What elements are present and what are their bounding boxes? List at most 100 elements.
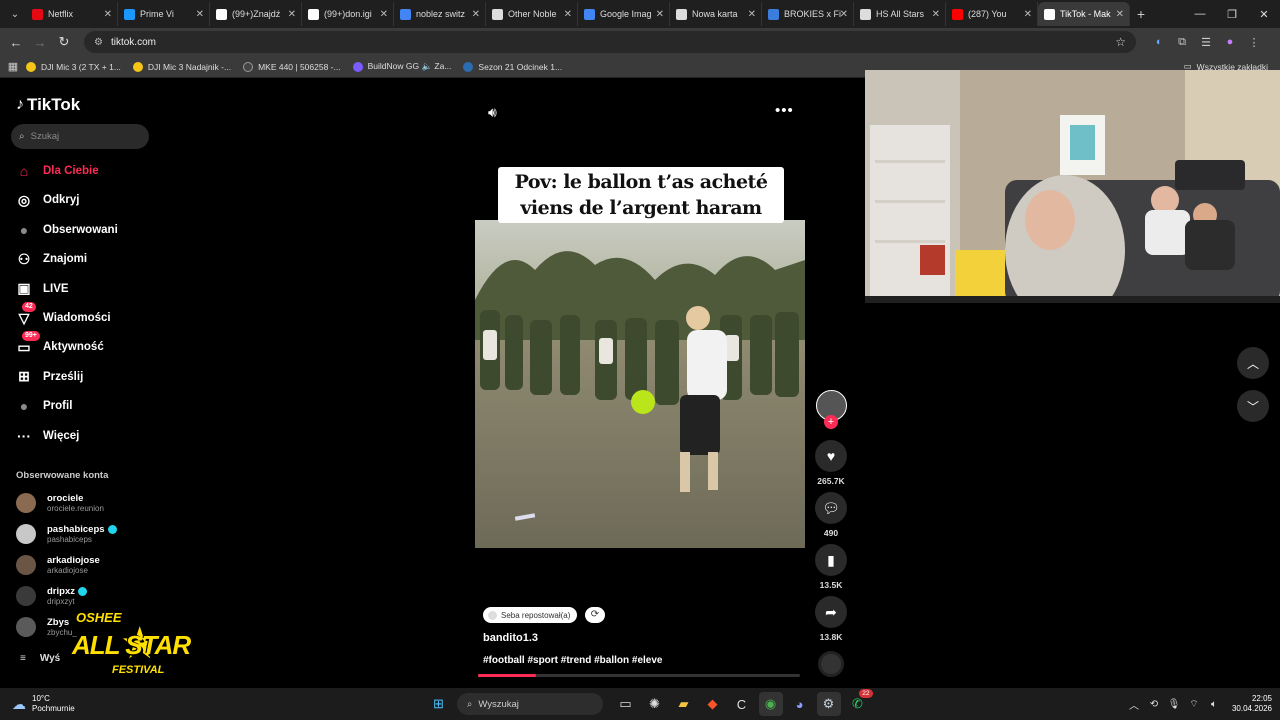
followed-account[interactable]: orociele orociele.reunion xyxy=(16,493,104,513)
sidebar-item-dla-ciebie[interactable]: ⌂ Dla Ciebie xyxy=(14,161,99,181)
video-author[interactable]: bandito1.3 xyxy=(483,632,538,644)
brave-icon[interactable]: ◆ xyxy=(701,692,725,716)
tiktok-logo[interactable]: ♪ TikTok xyxy=(16,95,80,115)
extension-icon[interactable]: ◖ xyxy=(1146,36,1170,49)
browser-tab[interactable]: Google Imag ✕ xyxy=(578,2,670,26)
sidebar-item-znajomi[interactable]: ⚇ Znajomi xyxy=(14,249,87,269)
bookmark-star-icon[interactable]: ☆ xyxy=(1115,35,1126,49)
bookmark-item[interactable]: BuildNow GG 🔈 Za... xyxy=(352,61,451,72)
sidebar-item-obserwowani[interactable]: ● Obserwowani xyxy=(14,220,118,240)
task-view-icon[interactable]: ▭ xyxy=(614,692,638,716)
tab-search-icon[interactable]: ⌄ xyxy=(4,3,26,25)
apps-grid-icon[interactable]: ▦ xyxy=(0,60,26,73)
site-info-icon[interactable]: ⚙ xyxy=(94,37,103,48)
discord-icon[interactable]: ◕ xyxy=(788,692,812,716)
video-progress-bar[interactable] xyxy=(478,674,800,677)
menu-icon[interactable]: ⋮ xyxy=(1242,36,1266,49)
profile-avatar-icon[interactable]: ● xyxy=(1218,36,1242,49)
previous-video-button[interactable]: ︿ xyxy=(1237,347,1269,379)
reading-list-icon[interactable]: ☰ xyxy=(1194,36,1218,49)
sidebar-item-aktywno-[interactable]: ▭ 99+ Aktywność xyxy=(14,331,104,357)
sidebar-item-live[interactable]: ▣ LIVE xyxy=(14,279,68,299)
whatsapp-icon[interactable]: ✆ 22 xyxy=(846,689,873,716)
microphone-icon[interactable]: 🎙︎ xyxy=(1164,699,1184,710)
repost-label[interactable]: Seba repostował(a) xyxy=(483,607,578,623)
more-options-icon[interactable]: ••• xyxy=(775,102,794,119)
browser-tab[interactable]: Prime Vi ✕ xyxy=(118,2,210,26)
browser-tab[interactable]: TikTok - Mak ✕ xyxy=(1038,2,1130,26)
url-input[interactable]: ⚙ tiktok.com ☆ xyxy=(84,31,1136,53)
back-icon[interactable]: ← xyxy=(4,35,28,50)
repost-icon[interactable]: ⟳ xyxy=(585,607,605,623)
browser-tab[interactable]: Nowa karta ✕ xyxy=(670,2,762,26)
sidebar-item-wi-cej[interactable]: ··· Więcej xyxy=(14,426,79,446)
browser-tab[interactable]: (287) You ✕ xyxy=(946,2,1038,26)
sidebar-item-profil[interactable]: ● Profil xyxy=(14,396,73,416)
tab-close-icon[interactable]: ✕ xyxy=(1116,9,1124,20)
chrome-icon[interactable]: ◉ xyxy=(758,692,783,716)
extensions-puzzle-icon[interactable]: ⧉ xyxy=(1170,36,1194,49)
tab-close-icon[interactable]: ✕ xyxy=(288,9,296,20)
tab-close-icon[interactable]: ✕ xyxy=(748,9,756,20)
followed-account[interactable]: dripxz dripxzyt xyxy=(16,586,87,606)
sidebar-item-wiadomo-ci[interactable]: ▽ 42 Wiadomości xyxy=(14,302,111,328)
followed-account[interactable]: arkadiojose arkadiojose xyxy=(16,555,100,575)
tab-close-icon[interactable]: ✕ xyxy=(932,9,940,20)
weather-widget[interactable]: ☁ 10°C Pochmurnie xyxy=(12,694,132,714)
comment-button[interactable]: 💬︎ xyxy=(815,492,847,524)
browser-tab[interactable]: (99+)Znajdź ✕ xyxy=(210,2,302,26)
next-video-button[interactable]: ﹀ xyxy=(1237,390,1269,422)
bookmark-item[interactable]: DJI Mic 3 (2 TX + 1... xyxy=(26,61,121,72)
tab-close-icon[interactable]: ✕ xyxy=(104,9,112,20)
tray-chevron-icon[interactable]: ︿ xyxy=(1124,697,1144,712)
tab-close-icon[interactable]: ✕ xyxy=(656,9,664,20)
tab-close-icon[interactable]: ✕ xyxy=(196,9,204,20)
bookmark-item[interactable]: DJI Mic 3 Nadajnik -... xyxy=(132,61,231,72)
reload-icon[interactable]: ↻ xyxy=(52,34,76,50)
tab-close-icon[interactable]: ✕ xyxy=(472,9,480,20)
sidebar-item-prze-lij[interactable]: ⊞ Prześlij xyxy=(14,367,83,387)
sidebar-item-odkryj[interactable]: ◎ Odkryj xyxy=(14,190,80,210)
restore-icon[interactable]: ❐ xyxy=(1216,8,1248,21)
browser-tab[interactable]: (99+)don.igi ✕ xyxy=(302,2,394,26)
more-icon: ··· xyxy=(17,427,31,444)
verified-badge-icon xyxy=(77,586,87,596)
browser-tab[interactable]: noblez switz ✕ xyxy=(394,2,486,26)
sidebar-item-label: Prześlij xyxy=(43,370,84,383)
chatgpt-icon[interactable]: ✺ xyxy=(643,692,667,716)
browser-tab[interactable]: Other Noble ✕ xyxy=(486,2,578,26)
tab-close-icon[interactable]: ✕ xyxy=(840,9,848,20)
taskbar-search-input[interactable]: ⌕ Wyszukaj xyxy=(457,693,603,715)
close-window-icon[interactable]: ✕ xyxy=(1248,8,1280,21)
minimize-icon[interactable]: — xyxy=(1184,8,1216,21)
tab-close-icon[interactable]: ✕ xyxy=(380,9,388,20)
browser-tab[interactable]: HS All Stars ✕ xyxy=(854,2,946,26)
like-button[interactable]: ♥ xyxy=(815,440,847,472)
steam-icon[interactable]: ⚙ xyxy=(816,692,841,716)
file-explorer-icon[interactable]: ▰ xyxy=(672,692,696,716)
volume-icon[interactable]: 🔊︎ xyxy=(488,104,497,121)
clock[interactable]: 22:05 30.04.2026 xyxy=(1232,694,1272,714)
browser-tab[interactable]: Netflix ✕ xyxy=(26,2,118,26)
video-player[interactable] xyxy=(475,220,805,548)
speaker-icon[interactable]: 🔈︎ xyxy=(1204,699,1224,710)
video-hashtags[interactable]: #football #sport #trend #ballon #eleve xyxy=(483,655,663,666)
ccleaner-icon[interactable]: C xyxy=(730,692,754,716)
wifi-icon[interactable]: ⌔ xyxy=(1184,698,1204,711)
browser-tab[interactable]: BROKIES x Fi ✕ xyxy=(762,2,854,26)
see-more-link[interactable]: ≡ Wyś xyxy=(20,653,60,664)
follow-plus-icon[interactable]: + xyxy=(824,415,838,429)
save-button[interactable]: ▮ xyxy=(815,544,847,576)
bookmark-item[interactable]: Sezon 21 Odcinek 1... xyxy=(463,61,562,72)
windows-start-icon[interactable]: ⊞ xyxy=(427,692,451,716)
search-input[interactable]: ⌕ Szukaj xyxy=(11,124,149,149)
bookmark-item[interactable]: MKE 440 | 506258 -... xyxy=(243,61,341,72)
sync-icon[interactable]: ⟲ xyxy=(1144,699,1164,710)
new-tab-button[interactable]: + xyxy=(1130,6,1152,22)
forward-icon[interactable]: → xyxy=(28,35,52,50)
tab-close-icon[interactable]: ✕ xyxy=(1024,9,1032,20)
followed-account[interactable]: pashabiceps pashabiceps xyxy=(16,524,117,544)
share-button[interactable]: ➦ xyxy=(815,596,847,628)
tab-close-icon[interactable]: ✕ xyxy=(564,9,572,20)
music-disc-icon[interactable] xyxy=(818,651,844,677)
